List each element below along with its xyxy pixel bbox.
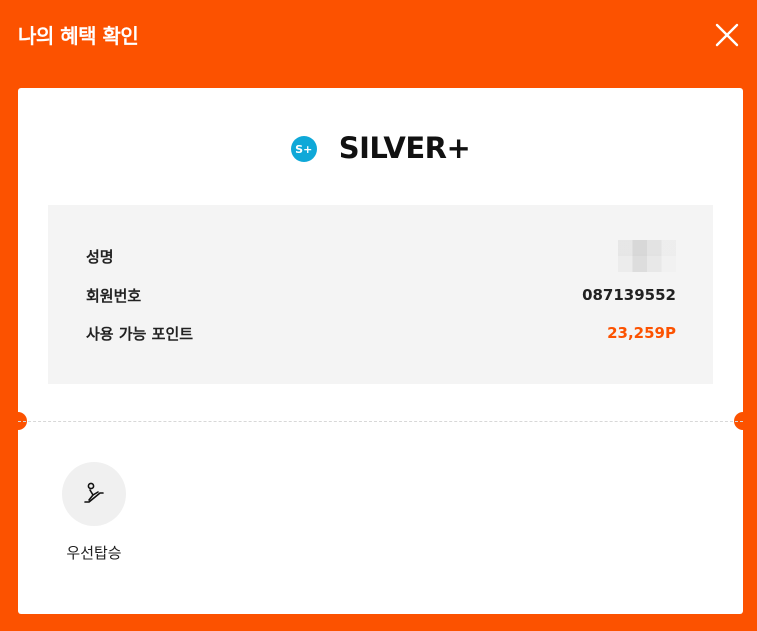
points-label: 사용 가능 포인트 [86, 324, 194, 343]
grade-name: SILVER+ [338, 131, 471, 165]
benefit-card: S+ SILVER+ 성명 회원번호 087139552 사용 가능 포인트 2… [9, 88, 752, 614]
benefit-label: 우선탑승 [66, 544, 122, 562]
grade-badge-icon: S+ [290, 136, 317, 162]
member-no-value: 087139552 [582, 286, 676, 304]
benefit-icon-circle [62, 462, 126, 526]
modal-title: 나의 혜택 확인 [18, 24, 139, 48]
info-row-points: 사용 가능 포인트 23,259P [86, 321, 676, 345]
member-info-box: 성명 회원번호 087139552 사용 가능 포인트 23,259P [48, 205, 713, 384]
modal-header: 나의 혜택 확인 [0, 0, 757, 88]
points-value: 23,259P [607, 324, 676, 342]
dashed-divider [18, 421, 743, 422]
info-row-name: 성명 [86, 240, 676, 272]
benefit-item-priority-boarding[interactable]: 우선탑승 [58, 462, 130, 563]
member-no-label: 회원번호 [86, 286, 142, 305]
close-button[interactable] [711, 19, 743, 51]
name-label: 성명 [86, 247, 114, 266]
info-row-member-no: 회원번호 087139552 [86, 283, 676, 307]
grade-row: S+ SILVER+ [18, 128, 743, 168]
close-icon [715, 23, 739, 47]
name-value-masked [618, 240, 676, 272]
priority-boarding-icon [84, 482, 104, 503]
